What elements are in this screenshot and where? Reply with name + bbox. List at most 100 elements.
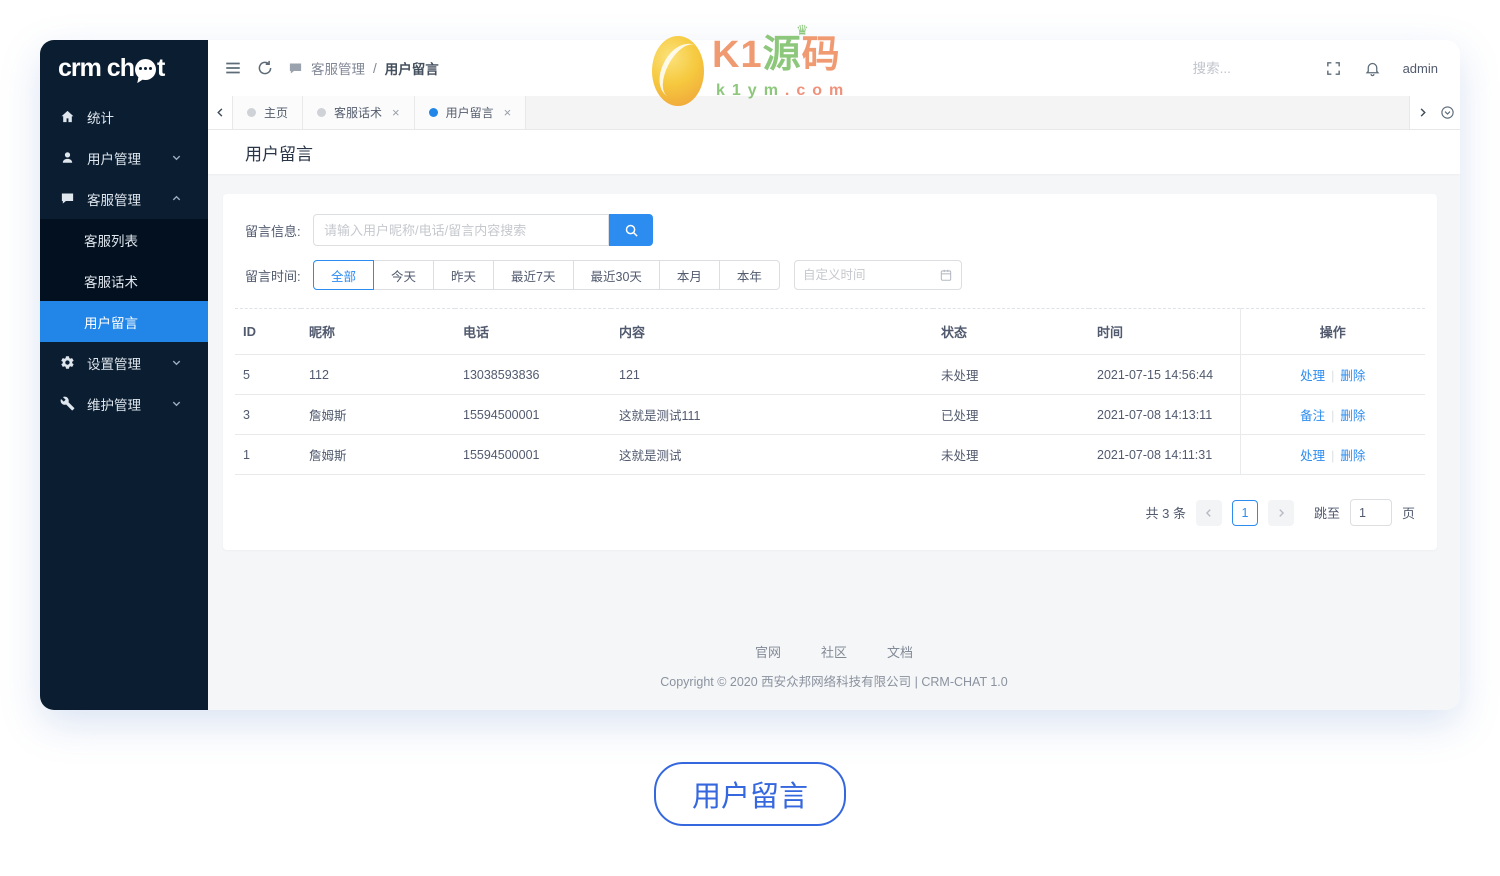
time-filter-month[interactable]: 本月 bbox=[659, 260, 720, 290]
custom-date-picker[interactable] bbox=[793, 260, 962, 290]
pagination-next-button[interactable] bbox=[1267, 499, 1294, 526]
pagination-page-1[interactable]: 1 bbox=[1231, 499, 1258, 526]
chevron-right-icon bbox=[1279, 508, 1285, 517]
col-status: 状态 bbox=[933, 308, 1089, 355]
time-filter-all[interactable]: 全部 bbox=[313, 260, 375, 290]
table-header-row: ID 昵称 电话 内容 状态 时间 操作 bbox=[235, 308, 1425, 355]
sidebar-item-service-scripts[interactable]: 客服话术 bbox=[40, 260, 208, 301]
cell-phone: 15594500001 bbox=[455, 394, 611, 435]
cell-content: 121 bbox=[611, 354, 933, 395]
chevron-down-icon bbox=[172, 401, 181, 407]
time-filter-year[interactable]: 本年 bbox=[719, 260, 780, 290]
bottom-badge: 用户留言 bbox=[653, 762, 846, 826]
tab-close-icon[interactable]: × bbox=[504, 105, 512, 120]
cell-id: 3 bbox=[235, 394, 301, 435]
cell-actions: 处理 | 删除 bbox=[1239, 434, 1425, 475]
search-icon bbox=[625, 224, 638, 237]
fullscreen-icon[interactable] bbox=[1325, 60, 1342, 77]
sidebar-item-label: 用户管理 bbox=[87, 151, 141, 167]
cell-nickname: 詹姆斯 bbox=[301, 394, 455, 435]
tabbar: 主页 客服话术 × 用户留言 × bbox=[208, 96, 1460, 130]
sidebar-item-settings[interactable]: 设置管理 bbox=[40, 342, 208, 383]
sidebar-item-user-messages[interactable]: 用户留言 bbox=[40, 301, 208, 342]
sidebar-item-users[interactable]: 用户管理 bbox=[40, 137, 208, 178]
cell-nickname: 詹姆斯 bbox=[301, 434, 455, 475]
footer-link-community[interactable]: 社区 bbox=[821, 642, 847, 661]
app-logo: crm ch t bbox=[40, 40, 208, 96]
messages-card: 留言信息: 留言时间: 全部 今天 昨天 最近7天 bbox=[223, 194, 1437, 550]
cell-phone: 13038593836 bbox=[455, 354, 611, 395]
action-primary-link[interactable]: 处理 bbox=[1300, 369, 1325, 383]
bell-icon[interactable] bbox=[1364, 60, 1381, 77]
action-delete-link[interactable]: 删除 bbox=[1340, 449, 1365, 463]
table-body: 5 112 13038593836 121 未处理 2021-07-15 14:… bbox=[235, 354, 1425, 475]
topbar-right: admin bbox=[1192, 60, 1438, 77]
time-filter-yesterday[interactable]: 昨天 bbox=[434, 260, 495, 290]
footer-link-official[interactable]: 官网 bbox=[755, 642, 781, 661]
sidebar-item-service-list[interactable]: 客服列表 bbox=[40, 219, 208, 260]
sidebar-item-label: 客服管理 bbox=[87, 192, 141, 208]
sidebar-item-stats[interactable]: 统计 bbox=[40, 96, 208, 137]
tabs-scroll-left-button[interactable] bbox=[208, 96, 233, 129]
action-primary-link[interactable]: 备注 bbox=[1300, 409, 1325, 423]
tab-service-scripts[interactable]: 客服话术 × bbox=[303, 96, 415, 129]
action-delete-link[interactable]: 删除 bbox=[1340, 409, 1365, 423]
username[interactable]: admin bbox=[1403, 61, 1438, 76]
col-id: ID bbox=[235, 308, 301, 355]
sidebar-item-maintenance[interactable]: 维护管理 bbox=[40, 383, 208, 424]
time-filter-7days[interactable]: 最近7天 bbox=[494, 260, 574, 290]
message-info-row: 留言信息: bbox=[245, 214, 1425, 246]
chevron-left-icon bbox=[216, 108, 222, 117]
message-search-input[interactable] bbox=[313, 214, 609, 246]
tab-home[interactable]: 主页 bbox=[233, 96, 304, 129]
time-filter-group: 全部 今天 昨天 最近7天 最近30天 本月 本年 bbox=[313, 260, 780, 290]
tab-close-icon[interactable]: × bbox=[392, 105, 400, 120]
pagination-prev-button[interactable] bbox=[1195, 499, 1222, 526]
table-row: 1 詹姆斯 15594500001 这就是测试 未处理 2021-07-08 1… bbox=[235, 434, 1425, 475]
cell-actions: 处理 | 删除 bbox=[1239, 354, 1425, 395]
tab-options-button[interactable] bbox=[1434, 96, 1460, 129]
search-button[interactable] bbox=[609, 214, 653, 246]
pagination-jump-input[interactable] bbox=[1349, 499, 1392, 526]
content-area: 用户留言 留言信息: 留言时间: 全部 今天 bbox=[208, 130, 1460, 710]
pagination-total: 共 3 条 bbox=[1145, 506, 1186, 521]
chat-icon bbox=[289, 63, 302, 73]
breadcrumb-current: 用户留言 bbox=[384, 62, 439, 77]
refresh-icon[interactable] bbox=[256, 59, 274, 77]
user-icon bbox=[62, 152, 73, 163]
sidebar-item-service[interactable]: 客服管理 bbox=[40, 178, 208, 219]
col-actions: 操作 bbox=[1239, 308, 1425, 355]
time-filter-today[interactable]: 今天 bbox=[374, 260, 435, 290]
time-filter-30days[interactable]: 最近30天 bbox=[573, 260, 660, 290]
table-row: 3 詹姆斯 15594500001 这就是测试111 已处理 2021-07-0… bbox=[235, 394, 1425, 435]
sidebar-item-label: 客服话术 bbox=[84, 274, 138, 290]
global-search-input[interactable] bbox=[1192, 60, 1303, 76]
hamburger-menu-icon[interactable] bbox=[224, 59, 242, 77]
tabs-scroll-right-button[interactable] bbox=[1409, 96, 1434, 129]
col-content: 内容 bbox=[611, 308, 933, 355]
breadcrumb-section[interactable]: 客服管理 bbox=[311, 58, 365, 78]
custom-date-input[interactable] bbox=[802, 268, 939, 282]
message-time-label: 留言时间: bbox=[245, 268, 301, 284]
chat-icon bbox=[61, 193, 74, 204]
tab-status-dot bbox=[247, 108, 256, 117]
chevron-down-icon bbox=[172, 360, 181, 366]
table-row: 5 112 13038593836 121 未处理 2021-07-15 14:… bbox=[235, 354, 1425, 395]
message-info-label: 留言信息: bbox=[245, 223, 301, 239]
circle-chevron-down-icon bbox=[1440, 106, 1454, 119]
action-primary-link[interactable]: 处理 bbox=[1300, 449, 1325, 463]
pagination-page-suffix: 页 bbox=[1401, 506, 1415, 521]
action-separator: | bbox=[1331, 369, 1335, 383]
cell-id: 1 bbox=[235, 434, 301, 475]
sidebar-submenu: 客服列表 客服话术 用户留言 bbox=[40, 219, 208, 342]
cell-content: 这就是测试 bbox=[611, 434, 933, 475]
app-window: crm ch t 统计 用户管理 客服管理 客服列表 客服话术 用户留言 设置管… bbox=[40, 40, 1460, 710]
footer-link-docs[interactable]: 文档 bbox=[887, 642, 913, 661]
cell-status: 已处理 bbox=[933, 394, 1089, 435]
tab-user-messages[interactable]: 用户留言 × bbox=[414, 96, 527, 129]
chevron-left-icon bbox=[1205, 508, 1211, 517]
tab-label: 客服话术 bbox=[334, 106, 383, 120]
logo-text-right: t bbox=[156, 53, 165, 82]
sidebar-item-label: 用户留言 bbox=[84, 315, 138, 331]
action-delete-link[interactable]: 删除 bbox=[1340, 369, 1365, 383]
